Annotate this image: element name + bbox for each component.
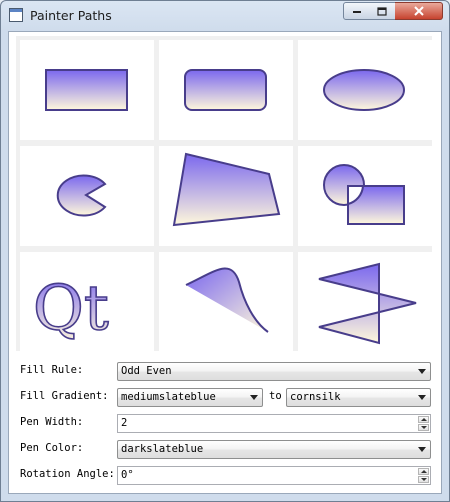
fill-rule-value: Odd Even	[121, 365, 172, 377]
pen-width-value: 2	[121, 417, 128, 429]
chevron-down-icon	[250, 395, 258, 400]
polygon-shape	[172, 152, 281, 227]
pen-color-value: darkslateblue	[121, 443, 204, 455]
pen-width-label: Pen Width:	[20, 416, 84, 428]
gradient-to-label: to	[269, 390, 282, 402]
bezier-cell	[159, 252, 293, 352]
rounded-rectangle-cell	[159, 40, 293, 140]
shape-grid: Qt	[16, 36, 432, 352]
pen-color-row: Pen Color: darkslateblue	[17, 438, 435, 460]
arrow-down-icon	[421, 426, 427, 429]
group-shape	[323, 164, 405, 225]
close-button[interactable]	[395, 2, 443, 20]
rotation-angle-spinbox[interactable]: 0°	[117, 466, 431, 485]
spin-up-button[interactable]	[418, 468, 429, 475]
close-icon	[413, 6, 424, 16]
fill-gradient-label: Fill Gradient:	[20, 390, 109, 402]
ellipse-cell	[298, 40, 432, 140]
spin-down-button[interactable]	[418, 424, 429, 431]
rotation-angle-label: Rotation Angle:	[20, 468, 115, 480]
rectangle-cell	[20, 40, 154, 140]
pie-cell	[20, 146, 154, 246]
spin-down-button[interactable]	[418, 476, 429, 483]
arrow-up-icon	[421, 418, 427, 421]
rounded-rectangle-shape	[184, 69, 267, 111]
gradient-end-combo[interactable]: cornsilk	[286, 388, 431, 407]
maximize-button[interactable]	[369, 2, 396, 20]
ellipse-shape	[323, 69, 405, 111]
chevron-down-icon	[418, 395, 426, 400]
polygon-cell	[159, 146, 293, 246]
maximize-icon	[377, 6, 387, 16]
chevron-down-icon	[418, 447, 426, 452]
minimize-button[interactable]	[343, 2, 370, 20]
qt-text: Qt	[33, 271, 109, 344]
rectangle-shape	[45, 69, 128, 111]
group-cell	[298, 146, 432, 246]
fill-rule-label: Fill Rule:	[20, 364, 84, 376]
rotation-angle-row: Rotation Angle: 0°	[17, 464, 435, 486]
pen-width-stepper	[418, 416, 429, 431]
fill-rule-combo[interactable]: Odd Even	[117, 362, 431, 381]
title-bar[interactable]: Painter Paths	[1, 1, 449, 31]
app-icon	[9, 8, 23, 22]
pen-width-spinbox[interactable]: 2	[117, 414, 431, 433]
text-shape: Qt	[32, 270, 109, 345]
bezier-shape	[185, 267, 269, 333]
star-shape	[318, 262, 417, 345]
spin-up-button[interactable]	[418, 416, 429, 423]
gradient-start-value: mediumslateblue	[121, 391, 216, 403]
rotation-angle-value: 0°	[121, 469, 134, 481]
fill-rule-row: Fill Rule: Odd Even	[17, 360, 435, 382]
pie-shape	[56, 174, 107, 217]
window-title: Painter Paths	[30, 8, 112, 23]
chevron-down-icon	[418, 369, 426, 374]
arrow-down-icon	[421, 478, 427, 481]
star-cell	[298, 252, 432, 352]
arrow-up-icon	[421, 470, 427, 473]
pen-width-row: Pen Width: 2	[17, 412, 435, 434]
minimize-icon	[352, 11, 361, 13]
gradient-start-combo[interactable]: mediumslateblue	[117, 388, 263, 407]
text-cell: Qt	[20, 252, 154, 352]
main-window: Painter Paths Qt Fill Rule: Odd Even Fil…	[0, 0, 450, 502]
fill-gradient-row: Fill Gradient: mediumslateblue to cornsi…	[17, 386, 435, 408]
gradient-end-value: cornsilk	[290, 391, 341, 403]
client-area: Qt Fill Rule: Odd Even Fill Gradient: me…	[8, 31, 442, 494]
pen-color-combo[interactable]: darkslateblue	[117, 440, 431, 459]
pen-color-label: Pen Color:	[20, 442, 84, 454]
rotation-angle-stepper	[418, 468, 429, 483]
